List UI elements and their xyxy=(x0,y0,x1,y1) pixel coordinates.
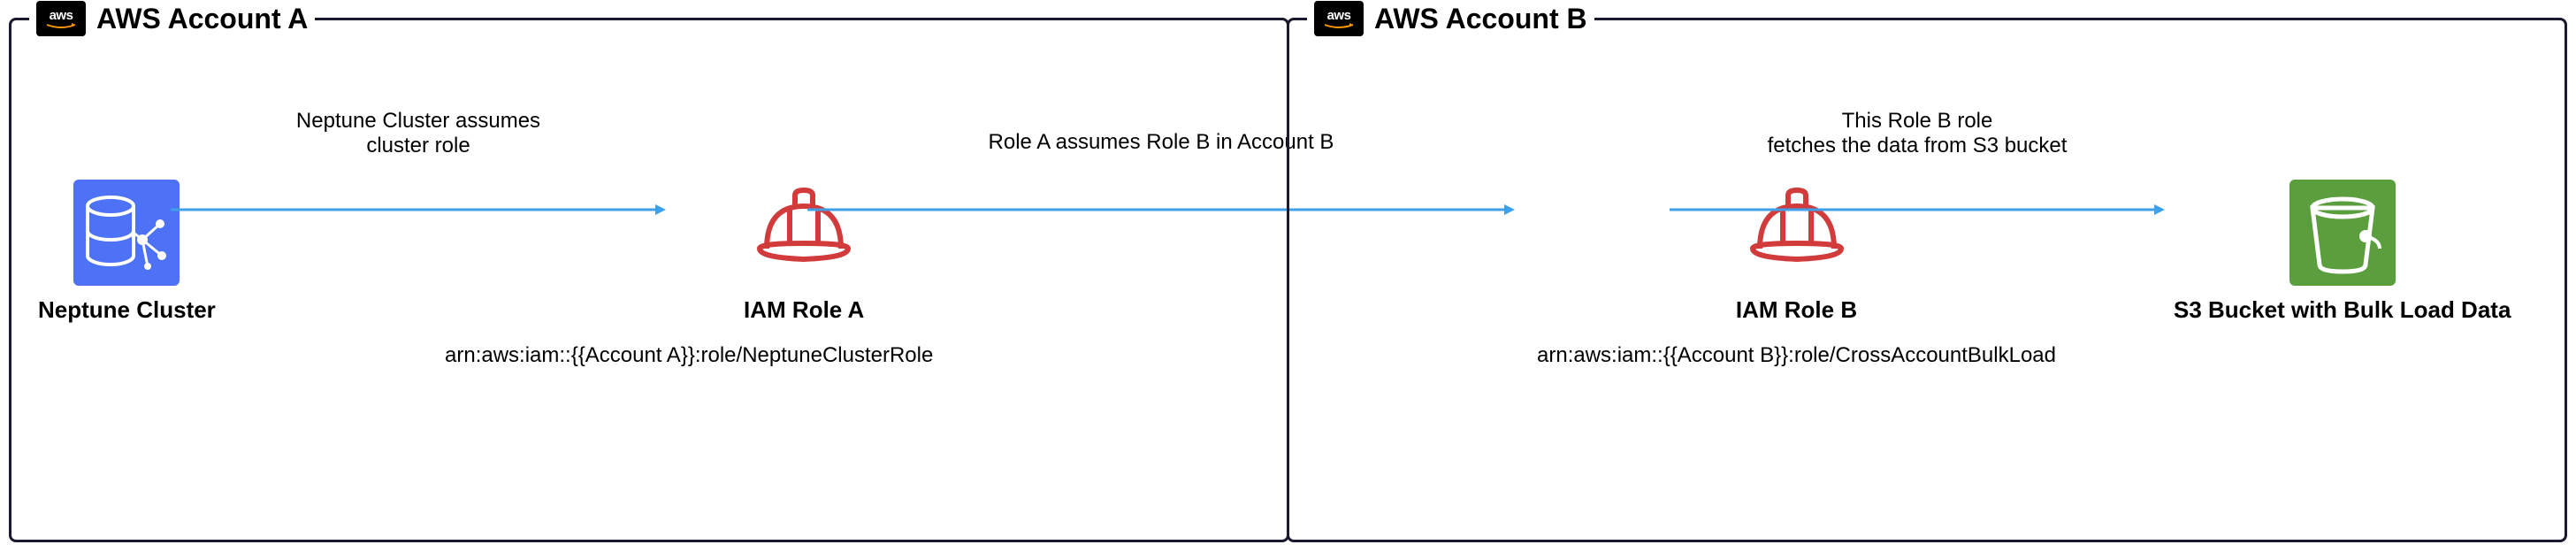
account-b-header: aws AWS Account B xyxy=(1307,1,1594,36)
arrow-iam-b-to-s3: This Role B role fetches the data from S… xyxy=(1670,109,2165,232)
account-a-content: Neptune Cluster Neptune Cluster assumes … xyxy=(11,180,1287,392)
s3-node: S3 Bucket with Bulk Load Data xyxy=(2174,180,2511,324)
iam-b-arn: arn:aws:iam::{{Account B}}:role/CrossAcc… xyxy=(1537,343,2056,368)
s3-label: S3 Bucket with Bulk Load Data xyxy=(2174,296,2511,324)
arrow3-label-line2: fetches the data from S3 bucket xyxy=(1670,134,2165,158)
aws-logo-icon: aws xyxy=(36,1,86,36)
account-a-title: AWS Account A xyxy=(96,3,308,35)
account-b-title: AWS Account B xyxy=(1374,3,1587,35)
diagram-container: aws AWS Account A xyxy=(9,18,2567,542)
arrow1-label-line1: Neptune Cluster assumes xyxy=(171,109,666,134)
arrow1-line-icon xyxy=(171,192,666,227)
neptune-label: Neptune Cluster xyxy=(38,296,216,324)
s3-bucket-icon xyxy=(2289,180,2396,286)
arrow3-label-line1: This Role B role xyxy=(1670,109,2165,134)
iam-a-arn: arn:aws:iam::{{Account A}}:role/NeptuneC… xyxy=(445,343,933,368)
aws-logo-text: aws xyxy=(1327,8,1351,23)
account-b-box: aws AWS Account B IAM Role B arn xyxy=(1287,18,2567,542)
arrow1-label-line2: cluster role xyxy=(171,134,666,158)
arrow-neptune-to-iam-a: Neptune Cluster assumes cluster role xyxy=(171,109,666,232)
aws-swoosh-icon xyxy=(1323,23,1355,30)
aws-logo-icon: aws xyxy=(1314,1,1364,36)
aws-swoosh-icon xyxy=(45,23,77,30)
iam-b-label: IAM Role B xyxy=(1736,296,1857,324)
iam-a-label: IAM Role A xyxy=(744,296,864,324)
account-b-content: IAM Role B arn:aws:iam::{{Account B}}:ro… xyxy=(1289,180,2565,392)
arrow3-line-icon xyxy=(1670,192,2165,227)
account-a-box: aws AWS Account A xyxy=(9,18,1289,542)
aws-logo-text: aws xyxy=(50,8,73,23)
account-a-header: aws AWS Account A xyxy=(29,1,315,36)
neptune-icon xyxy=(73,180,180,286)
